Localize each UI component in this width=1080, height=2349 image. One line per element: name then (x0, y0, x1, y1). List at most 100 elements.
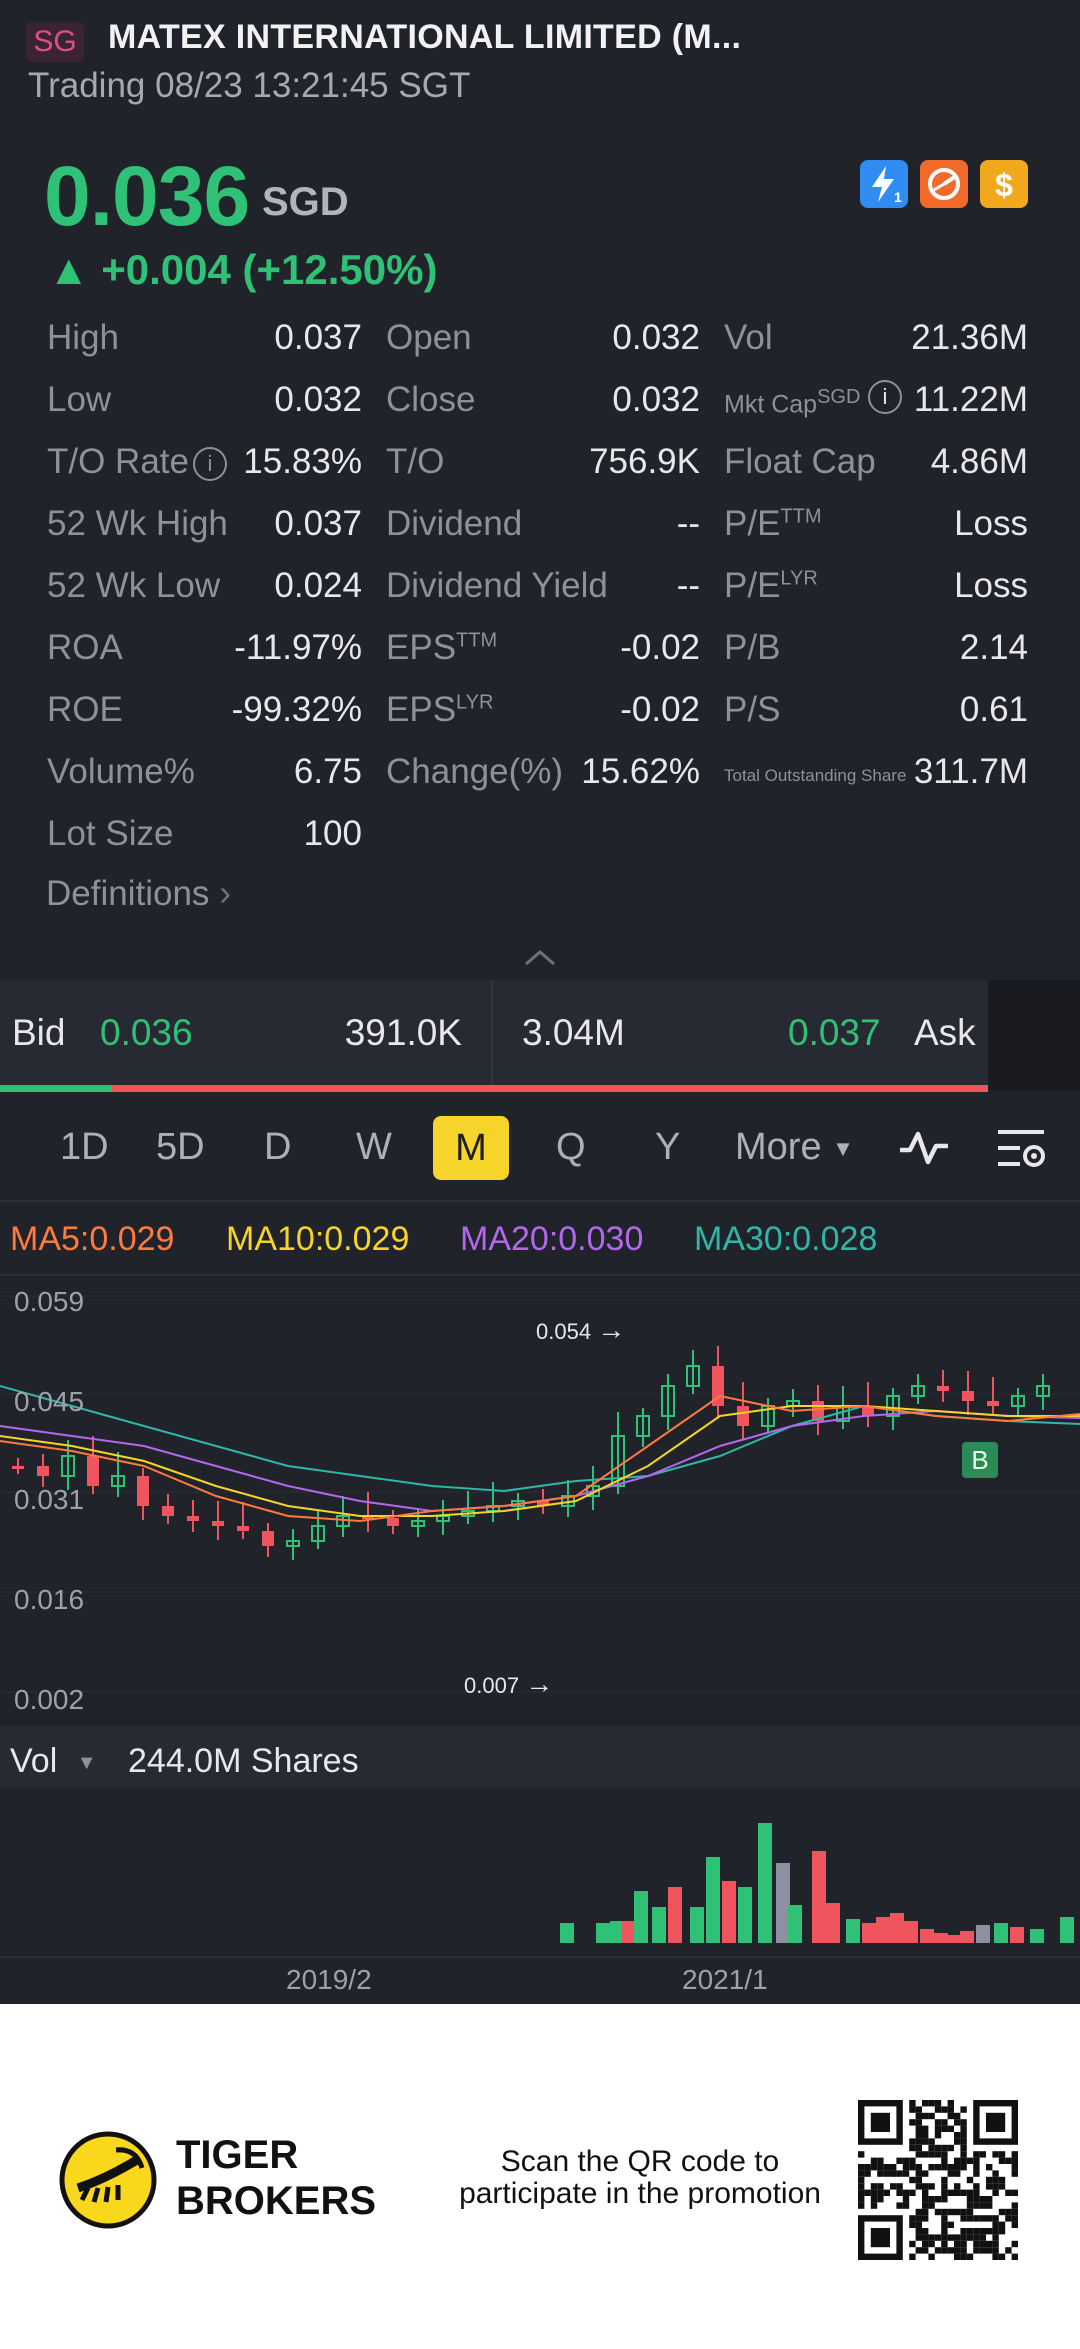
qr-module (960, 2125, 967, 2132)
qr-module (992, 2221, 999, 2228)
qr-module (934, 2125, 942, 2132)
qr-module (928, 2151, 935, 2158)
candle (162, 1494, 174, 1524)
qr-module (890, 2170, 897, 2177)
qr-module (960, 2106, 967, 2113)
qr-module (966, 2202, 974, 2209)
chart-settings-icon[interactable] (994, 1124, 1050, 1177)
volume-bar (826, 1903, 840, 1943)
tab-more[interactable]: More ▼ (735, 1126, 854, 1169)
qr-module (1011, 2189, 1018, 2196)
qr-module (858, 2183, 865, 2190)
qr-module (947, 2221, 954, 2228)
candle (362, 1492, 374, 1532)
tab-q[interactable]: Q (556, 1126, 586, 1169)
tab-d[interactable]: D (264, 1126, 291, 1169)
y-tick-label: 0.059 (14, 1286, 85, 1317)
qr-module (915, 2208, 922, 2216)
ask-label: Ask (914, 1012, 976, 1053)
ask-ratio-bar (0, 1085, 988, 1092)
qr-module (954, 2183, 961, 2190)
qr-module (966, 2157, 974, 2164)
volume-label[interactable]: Vol ▼ (10, 1742, 97, 1781)
qr-module (992, 2234, 999, 2241)
stat-open-value: 0.032 (612, 318, 700, 357)
ask-price: 0.037 (788, 1012, 881, 1053)
qr-module (954, 2234, 961, 2241)
stat-to-value: 756.9K (589, 442, 700, 481)
qr-module (922, 2151, 929, 2158)
tab-5d[interactable]: 5D (156, 1126, 205, 1169)
candle (486, 1482, 500, 1522)
qr-module (973, 2157, 980, 2164)
collapse-chevron-icon[interactable] (522, 946, 558, 973)
qr-module (864, 2170, 871, 2177)
stat-dividend-label: Dividend (386, 504, 523, 543)
volume-bar (920, 1929, 934, 1943)
candle (311, 1510, 325, 1549)
stat-close-value: 0.032 (612, 380, 700, 419)
qr-module (928, 2196, 935, 2203)
indicator-icon[interactable] (896, 1126, 952, 1175)
candle (937, 1370, 949, 1402)
stat-tos-value: 311.7M (913, 752, 1028, 791)
qr-module (915, 2119, 922, 2126)
qr-module (941, 2189, 948, 2196)
qr-module (979, 2151, 986, 2158)
qr-module (915, 2247, 922, 2254)
y-tick-label: 0.016 (14, 1584, 85, 1615)
qr-code[interactable] (858, 2100, 1018, 2260)
stat-pettm-value: Loss (954, 504, 1028, 543)
y-tick-label: 0.031 (14, 1484, 85, 1515)
qr-module (979, 2234, 986, 2241)
tab-w[interactable]: W (356, 1126, 392, 1169)
y-tick-label: 0.002 (14, 1684, 85, 1715)
dollar-icon[interactable]: $ (980, 160, 1028, 208)
stat-chgpct-value: 15.62% (581, 752, 700, 791)
qr-module (858, 2202, 865, 2209)
stat-mktcap-label: Mkt CapSGD (724, 386, 861, 419)
qr-module (960, 2208, 967, 2216)
qr-module (941, 2176, 948, 2184)
qr-module (896, 2157, 903, 2164)
buy-signal-badge[interactable]: B (962, 1442, 998, 1478)
qr-finder (870, 2112, 890, 2132)
qr-module (960, 2144, 967, 2152)
tab-m[interactable]: M (433, 1116, 509, 1180)
info-icon[interactable]: i (192, 446, 227, 481)
candle (737, 1382, 749, 1440)
svg-text:$: $ (995, 167, 1013, 203)
stat-pb-value: 2.14 (959, 628, 1028, 667)
qr-module (909, 2253, 916, 2260)
qr-module (915, 2183, 922, 2190)
qr-module (870, 2202, 878, 2209)
qr-module (992, 2183, 999, 2190)
qr-module (986, 2240, 993, 2248)
stat-to-label: T/O (386, 442, 445, 481)
qr-module (922, 2234, 929, 2241)
volume-chart[interactable] (0, 1788, 1080, 1958)
pie-icon[interactable] (920, 160, 968, 208)
qr-module (960, 2151, 967, 2158)
qr-module (909, 2138, 916, 2145)
qr-module (960, 2189, 967, 2196)
tab-1d[interactable]: 1D (60, 1126, 109, 1169)
lightning-icon[interactable]: 1 (860, 160, 908, 208)
bid-size: 391.0K (344, 1012, 462, 1053)
qr-module (928, 2144, 935, 2152)
definitions-link[interactable]: Definitions › (46, 872, 231, 914)
info-icon[interactable]: i (864, 380, 902, 414)
stat-lot-value: 100 (303, 814, 362, 853)
stat-tos-label: Total Outstanding Share (724, 766, 907, 785)
qr-module (947, 2106, 954, 2113)
candle (137, 1468, 149, 1520)
qr-module (877, 2157, 884, 2164)
qr-module (915, 2144, 922, 2152)
candle (212, 1501, 224, 1540)
tab-y[interactable]: Y (655, 1126, 680, 1169)
candle (336, 1496, 350, 1537)
qr-module (947, 2170, 954, 2177)
qr-module (954, 2119, 961, 2126)
qr-module (998, 2228, 1006, 2235)
stat-chgpct-label: Change(%) (386, 752, 564, 791)
